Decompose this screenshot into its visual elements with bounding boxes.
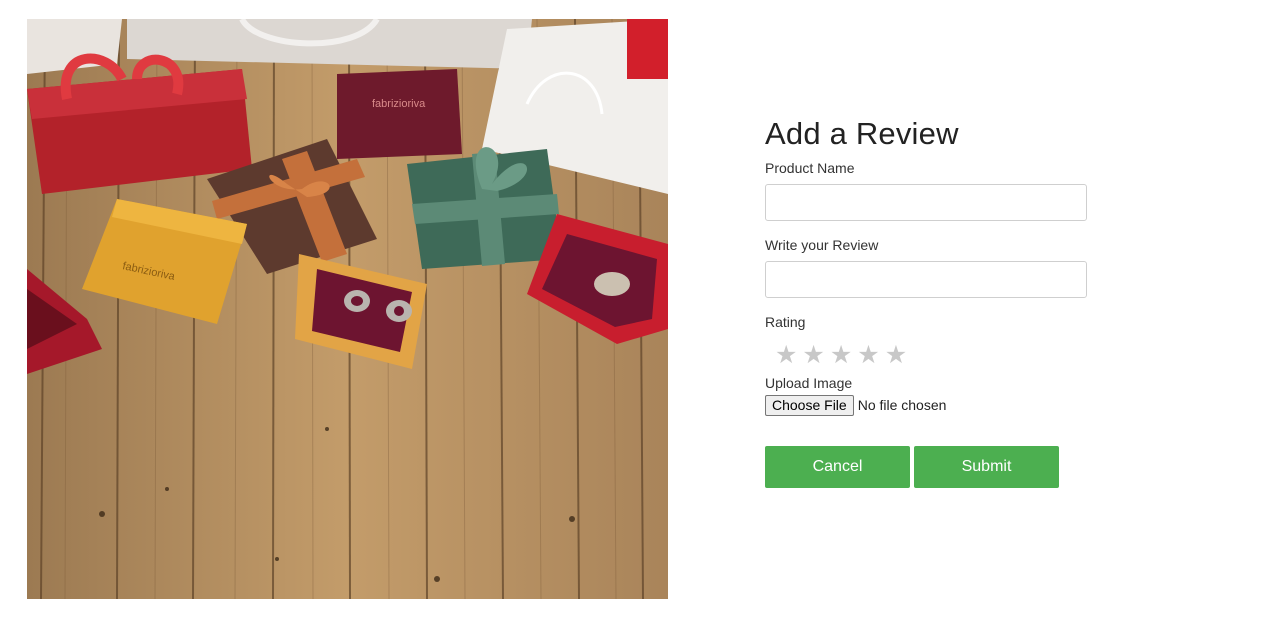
star-icon-2[interactable]: ★	[802, 342, 824, 367]
svg-text:fabriziоriva: fabriziоriva	[372, 98, 426, 110]
choose-file-button[interactable]: Choose File	[765, 394, 854, 416]
file-status-text: No file chosen	[857, 397, 947, 413]
page-title: Add a Review	[765, 116, 959, 151]
star-icon-3[interactable]: ★	[830, 342, 852, 367]
jewelry-gift-boxes-image: fabriziоriva fabriziоriva	[27, 19, 668, 599]
form-actions: Cancel Submit	[765, 446, 1095, 488]
star-icon-1[interactable]: ★	[775, 342, 797, 367]
file-input: Choose File No file chosen	[765, 394, 1095, 416]
rating-stars: ★ ★ ★ ★ ★	[775, 339, 1095, 369]
product-photo: fabriziоriva fabriziоriva	[27, 19, 668, 599]
product-name-input[interactable]	[765, 184, 1087, 221]
cancel-button[interactable]: Cancel	[765, 446, 910, 488]
review-form: Add a Review Product Name Write your Rev…	[765, 114, 1095, 488]
upload-image-label: Upload Image	[765, 375, 853, 391]
product-name-label: Product Name	[765, 160, 855, 176]
star-icon-4[interactable]: ★	[857, 342, 879, 367]
rating-label: Rating	[765, 314, 806, 330]
review-page: fabriziоriva fabriziоriva Add a Review P…	[0, 0, 1280, 619]
review-input[interactable]	[765, 261, 1087, 298]
submit-button[interactable]: Submit	[914, 446, 1059, 488]
star-icon-5[interactable]: ★	[885, 342, 907, 367]
review-label: Write your Review	[765, 237, 879, 253]
